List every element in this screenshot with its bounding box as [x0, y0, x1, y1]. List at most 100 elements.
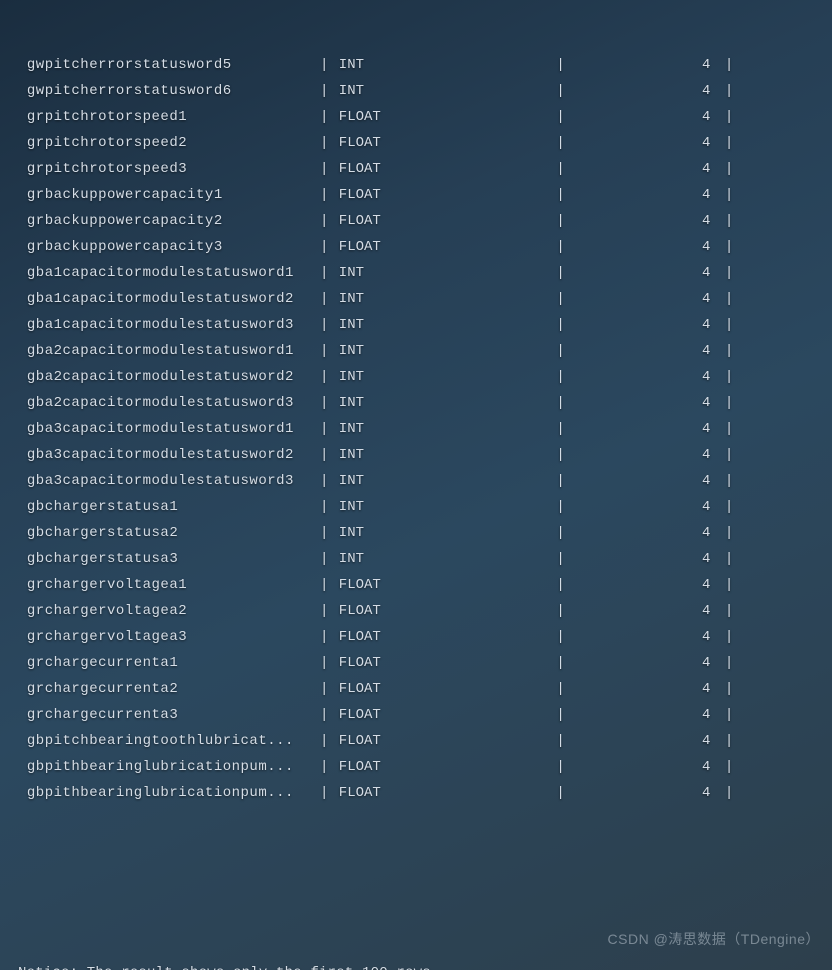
column-size: 4 [567, 520, 723, 546]
column-name: gbpitchbearingtoothlubricat... [18, 728, 318, 754]
column-size: 4 [567, 78, 723, 104]
column-separator: | [554, 104, 566, 130]
table-row: gbpitchbearingtoothlubricat... | FLOAT |… [18, 728, 832, 754]
column-size: 4 [567, 780, 723, 806]
table-row: grpitchrotorspeed1 | FLOAT |4 | | [18, 104, 832, 130]
column-size: 4 [567, 156, 723, 182]
schema-table: gwpitcherrorstatusword5 | INT |4 | | gwp… [18, 52, 832, 806]
column-separator: | [318, 754, 330, 780]
column-separator: | [318, 156, 330, 182]
column-size: 4 [567, 182, 723, 208]
column-separator: | [723, 702, 735, 728]
column-separator: | [318, 78, 330, 104]
column-name: gba3capacitormodulestatusword1 [18, 416, 318, 442]
column-separator: | [554, 390, 566, 416]
column-separator: | [723, 416, 735, 442]
column-type: INT [330, 442, 554, 468]
column-separator: | [554, 130, 566, 156]
column-separator: | [723, 286, 735, 312]
column-separator: | [318, 650, 330, 676]
table-row: gba3capacitormodulestatusword3 | INT |4 … [18, 468, 832, 494]
column-separator: | [554, 182, 566, 208]
column-size: 4 [567, 546, 723, 572]
column-extra [735, 520, 832, 546]
column-separator: | [318, 390, 330, 416]
column-separator: | [723, 650, 735, 676]
column-extra [735, 546, 832, 572]
column-size: 4 [567, 598, 723, 624]
column-type: FLOAT [330, 754, 554, 780]
column-separator: | [318, 416, 330, 442]
watermark-text: CSDN @涛思数据（TDengine） [608, 926, 820, 952]
column-type: INT [330, 78, 554, 104]
column-separator: | [318, 728, 330, 754]
column-separator: | [723, 260, 735, 286]
column-extra [735, 598, 832, 624]
column-size: 4 [567, 52, 723, 78]
table-row: gba1capacitormodulestatusword3 | INT |4 … [18, 312, 832, 338]
notice-line-1: Notice: The result shows only the first … [18, 960, 832, 970]
column-separator: | [723, 390, 735, 416]
column-name: gwpitcherrorstatusword5 [18, 52, 318, 78]
column-extra [735, 650, 832, 676]
column-extra [735, 208, 832, 234]
column-separator: | [318, 312, 330, 338]
column-type: INT [330, 312, 554, 338]
column-separator: | [723, 598, 735, 624]
column-size: 4 [567, 208, 723, 234]
column-separator: | [723, 494, 735, 520]
table-row: gbchargerstatusa3 | INT |4 | | [18, 546, 832, 572]
column-separator: | [318, 780, 330, 806]
column-type: INT [330, 416, 554, 442]
column-name: gba1capacitormodulestatusword1 [18, 260, 318, 286]
column-size: 4 [567, 676, 723, 702]
column-separator: | [723, 520, 735, 546]
column-type: FLOAT [330, 104, 554, 130]
column-type: FLOAT [330, 624, 554, 650]
column-separator: | [554, 702, 566, 728]
column-type: INT [330, 364, 554, 390]
column-name: gba3capacitormodulestatusword2 [18, 442, 318, 468]
column-extra [735, 182, 832, 208]
column-separator: | [554, 546, 566, 572]
column-separator: | [554, 572, 566, 598]
column-name: grpitchrotorspeed3 [18, 156, 318, 182]
column-name: gbpithbearinglubricationpum... [18, 754, 318, 780]
column-type: INT [330, 260, 554, 286]
column-separator: | [554, 442, 566, 468]
column-separator: | [723, 52, 735, 78]
column-extra [735, 156, 832, 182]
column-extra [735, 416, 832, 442]
column-type: FLOAT [330, 182, 554, 208]
column-separator: | [554, 208, 566, 234]
column-size: 4 [567, 416, 723, 442]
column-type: INT [330, 338, 554, 364]
column-separator: | [318, 338, 330, 364]
column-separator: | [723, 156, 735, 182]
column-separator: | [723, 130, 735, 156]
column-name: gba2capacitormodulestatusword1 [18, 338, 318, 364]
column-type: FLOAT [330, 572, 554, 598]
column-extra [735, 312, 832, 338]
column-name: grchargervoltagea2 [18, 598, 318, 624]
column-separator: | [723, 676, 735, 702]
column-separator: | [554, 728, 566, 754]
column-separator: | [723, 780, 735, 806]
column-separator: | [554, 520, 566, 546]
table-row: gba1capacitormodulestatusword2 | INT |4 … [18, 286, 832, 312]
column-extra [735, 364, 832, 390]
column-extra [735, 780, 832, 806]
column-name: grchargecurrenta3 [18, 702, 318, 728]
table-row: grchargervoltagea2 | FLOAT |4 | | [18, 598, 832, 624]
column-separator: | [318, 104, 330, 130]
column-separator: | [318, 130, 330, 156]
table-row: gbchargerstatusa2 | INT |4 | | [18, 520, 832, 546]
column-type: INT [330, 494, 554, 520]
column-separator: | [723, 546, 735, 572]
column-type: FLOAT [330, 234, 554, 260]
column-size: 4 [567, 728, 723, 754]
column-separator: | [318, 234, 330, 260]
column-separator: | [554, 234, 566, 260]
column-name: grchargervoltagea1 [18, 572, 318, 598]
column-name: gba1capacitormodulestatusword2 [18, 286, 318, 312]
